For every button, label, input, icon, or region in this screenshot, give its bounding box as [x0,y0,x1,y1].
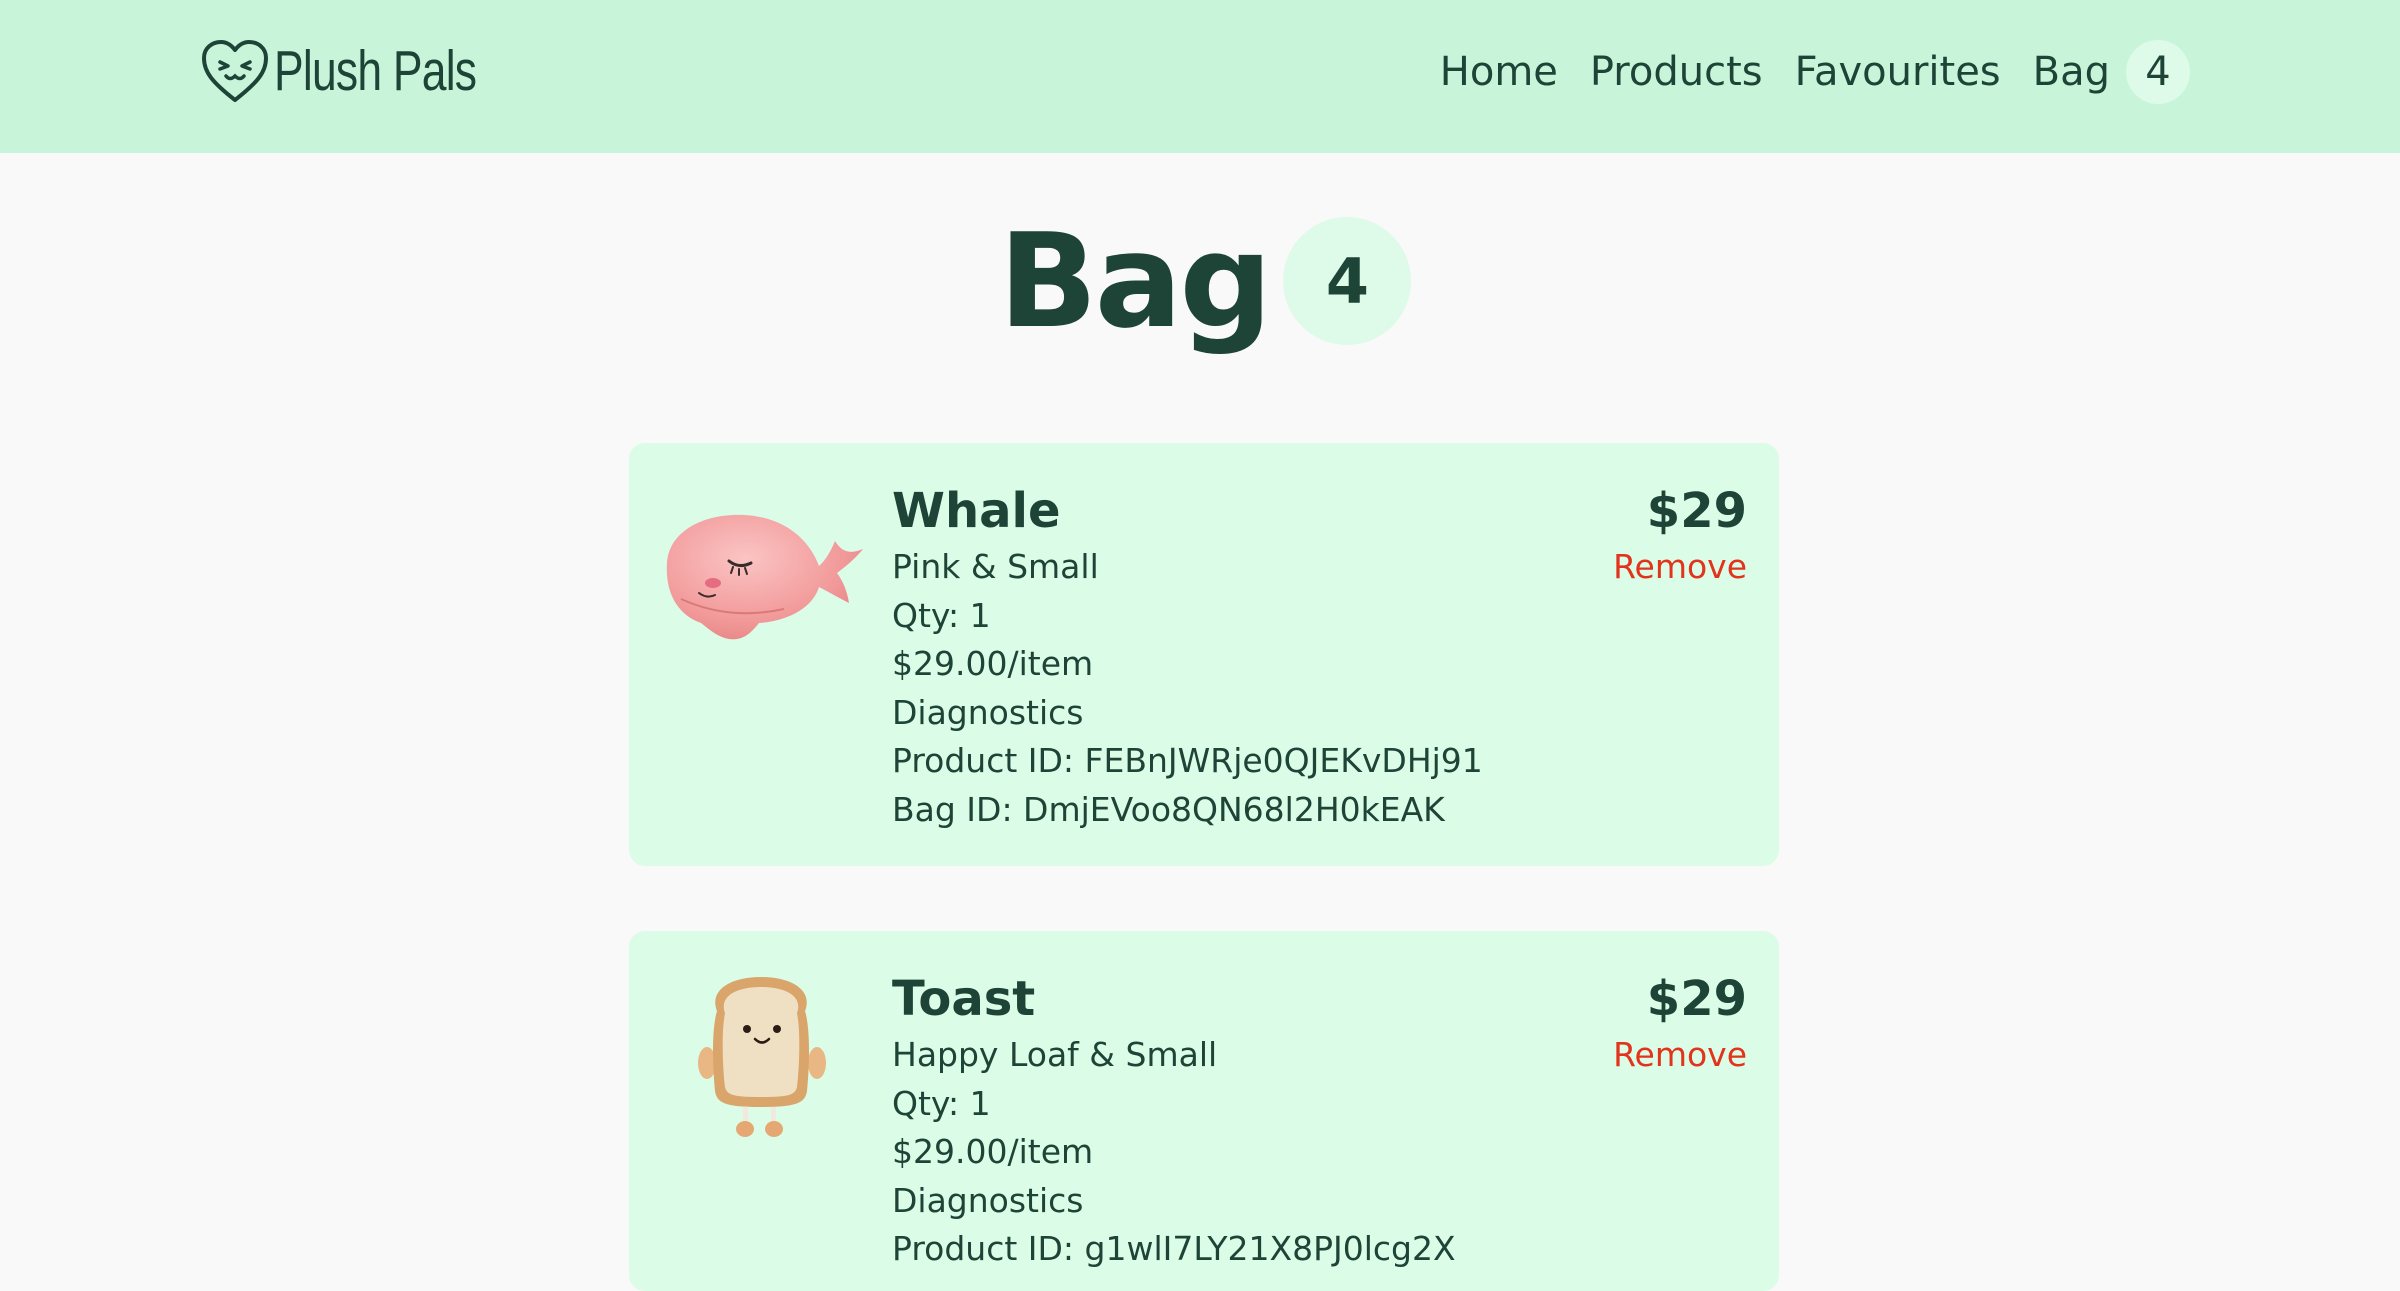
item-name[interactable]: Toast [892,969,1456,1029]
remove-button[interactable]: Remove [1613,1031,1747,1079]
page-heading: Bag 4 [0,206,2400,356]
nav-home-link[interactable]: Home [1440,49,1558,95]
diagnostics-label: Diagnostics [892,692,1084,732]
whale-plush-image [666,514,863,640]
item-details: Whale Pink & Small Qty: 1 $29.00/item Di… [892,481,1483,834]
remove-button[interactable]: Remove [1613,543,1747,591]
item-quantity: Qty: 1 [892,1083,991,1123]
item-unit-price: $29.00/item [892,644,1094,683]
brand-name: Plush Pals [274,39,477,103]
bag-id: Bag ID: DmjEVoo8QN68l2H0kEAK [892,789,1445,829]
main-nav: Home Products Favourites Bag 4 [1408,40,2190,104]
heart-face-icon [202,40,268,102]
product-id: Product ID: g1wlI7LY21X8PJ0lcg2X [892,1229,1456,1268]
bag-item-card: Toast Happy Loaf & Small Qty: 1 $29.00/i… [629,931,1779,1291]
item-details: Toast Happy Loaf & Small Qty: 1 $29.00/i… [892,969,1456,1274]
item-variant: Happy Loaf & Small [892,1035,1218,1074]
diagnostics-label: Diagnostics [892,1180,1084,1220]
product-id: Product ID: FEBnJWRje0QJEKvDHj91 [892,741,1483,780]
item-quantity: Qty: 1 [892,595,991,635]
site-header: Plush Pals Home Products Favourites Bag … [0,0,2400,153]
bag-item-card: Whale Pink & Small Qty: 1 $29.00/item Di… [629,443,1779,866]
item-price: $29 [1646,483,1747,539]
nav-bag-count-badge[interactable]: 4 [2126,40,2190,104]
toast-plush-image [698,977,826,1137]
item-unit-price: $29.00/item [892,1132,1094,1171]
item-variant: Pink & Small [892,547,1099,586]
brand-logo[interactable]: Plush Pals [200,38,533,104]
nav-bag-link[interactable]: Bag [2033,49,2110,95]
bag-count-badge: 4 [1283,217,1412,345]
nav-favourites-link[interactable]: Favourites [1795,49,2001,95]
item-price: $29 [1646,971,1747,1027]
item-name[interactable]: Whale [892,481,1483,541]
page-title: Bag [998,205,1273,357]
nav-products-link[interactable]: Products [1590,49,1763,95]
